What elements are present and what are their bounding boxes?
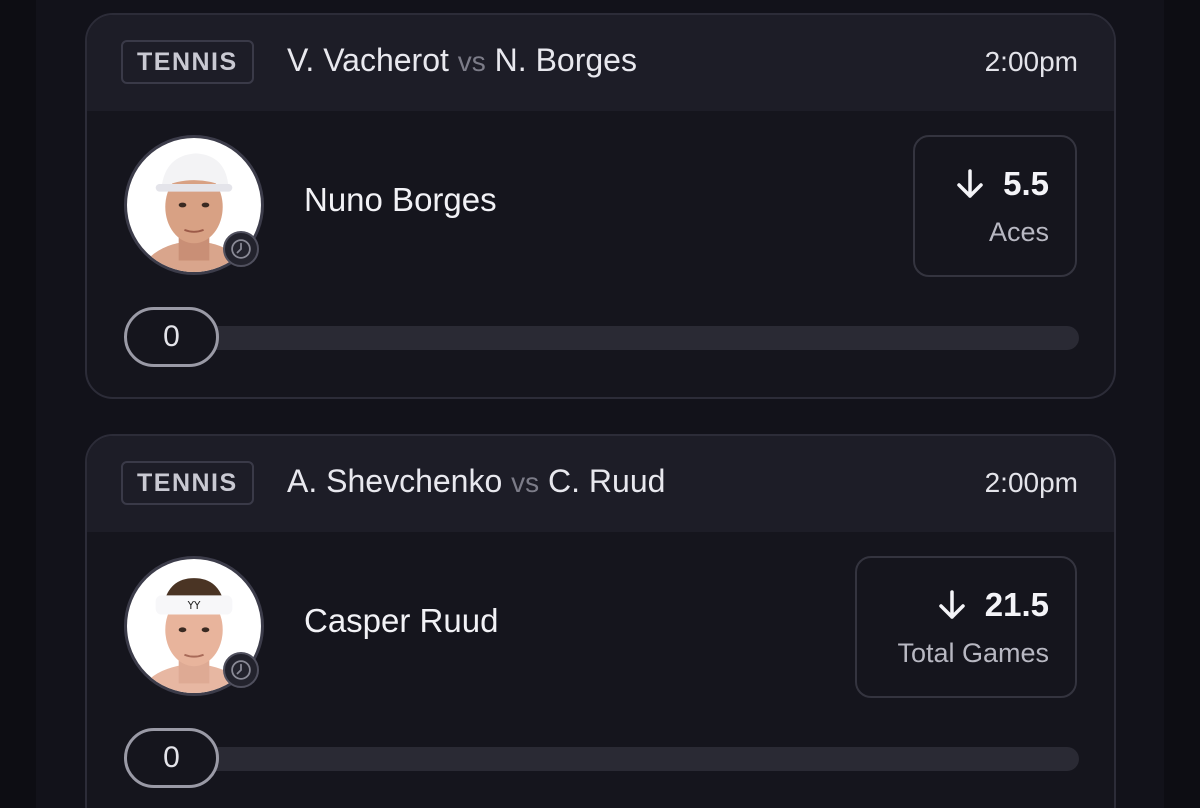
clock-icon	[223, 652, 259, 688]
prop-line-box[interactable]: 21.5 Total Games	[855, 556, 1077, 698]
sport-badge: TENNIS	[121, 461, 254, 505]
game-time: 2:00pm	[984, 467, 1078, 498]
pick-card[interactable]: TENNIS V. Vacherot vs N. Borges 2:00pm N…	[85, 13, 1116, 399]
vs-label: vs	[457, 46, 486, 77]
prop-stat-label: Total Games	[897, 638, 1049, 668]
pick-card-header: TENNIS A. Shevchenko vs C. Ruud 2:00pm	[87, 436, 1114, 532]
clock-icon	[223, 231, 259, 267]
vs-label: vs	[511, 467, 540, 498]
player-a-name: A. Shevchenko	[287, 463, 503, 499]
game-time: 2:00pm	[984, 46, 1078, 77]
progress-count: 0	[124, 307, 219, 367]
matchup: A. Shevchenko vs C. Ruud	[287, 463, 665, 500]
player-name: Casper Ruud	[304, 602, 499, 639]
prop-line: 5.5	[953, 165, 1049, 203]
progress-track	[157, 326, 1079, 350]
prop-stat-label: Aces	[988, 217, 1049, 247]
player-a-name: V. Vacherot	[287, 42, 449, 78]
pick-card[interactable]: TENNIS A. Shevchenko vs C. Ruud 2:00pm Y…	[85, 434, 1116, 808]
prop-line-box[interactable]: 5.5 Aces	[913, 135, 1077, 277]
page: TENNIS V. Vacherot vs N. Borges 2:00pm N…	[0, 0, 1200, 808]
prop-line: 21.5	[935, 586, 1049, 624]
progress-track	[157, 747, 1079, 771]
player-b-name: C. Ruud	[548, 463, 666, 499]
player-name: Nuno Borges	[304, 181, 497, 218]
arrow-down-icon	[939, 590, 965, 619]
pick-card-header: TENNIS V. Vacherot vs N. Borges 2:00pm	[87, 15, 1114, 111]
svg-text:YY: YY	[187, 600, 201, 612]
prop-line-value: 21.5	[984, 586, 1049, 623]
sport-badge: TENNIS	[121, 40, 254, 84]
prop-line-value: 5.5	[1003, 165, 1049, 202]
progress-count: 0	[124, 728, 219, 788]
player-b-name: N. Borges	[494, 42, 637, 78]
arrow-down-icon	[957, 169, 983, 198]
matchup: V. Vacherot vs N. Borges	[287, 42, 637, 79]
